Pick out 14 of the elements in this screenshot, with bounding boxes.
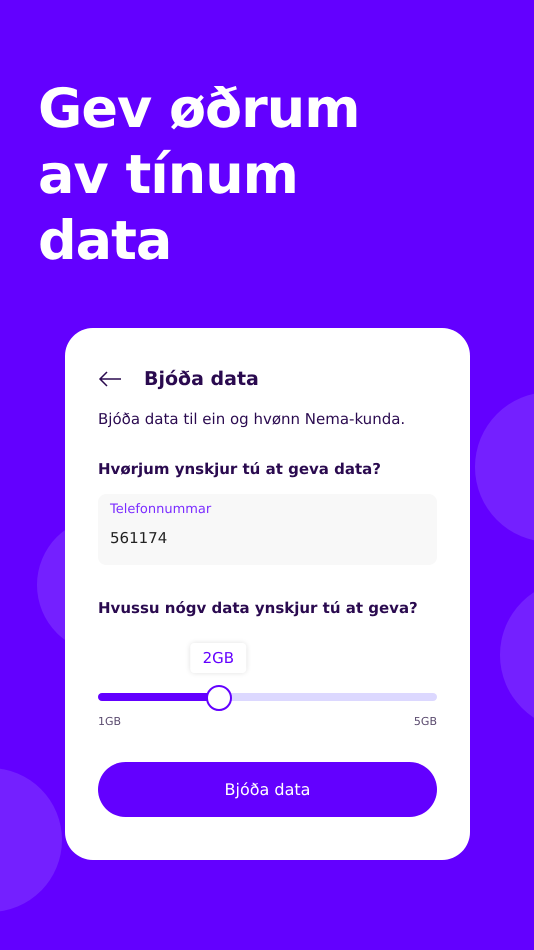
back-arrow-icon[interactable]: [98, 371, 122, 387]
field-label: Telefonnummar: [110, 502, 212, 517]
min-label: 1GB: [98, 715, 122, 728]
recipient-question: Hvørjum ynskjur tú at geva data?: [98, 460, 382, 478]
headline: Gev øðrum av tínum data: [38, 76, 360, 274]
phone-input[interactable]: 561174: [110, 529, 425, 547]
phone-field[interactable]: Telefonnummar 561174: [98, 494, 437, 565]
amount-question: Hvussu nógv data ynskjur tú at geva?: [98, 599, 419, 617]
slider-thumb[interactable]: [206, 685, 232, 711]
submit-button[interactable]: Bjóða data: [98, 762, 437, 817]
max-label: 5GB: [414, 715, 437, 728]
description: Bjóða data til ein og hvønn Nema-kunda.: [98, 410, 406, 428]
card-title: Bjóða data: [144, 368, 259, 390]
value-tooltip: 2GB: [190, 643, 246, 673]
